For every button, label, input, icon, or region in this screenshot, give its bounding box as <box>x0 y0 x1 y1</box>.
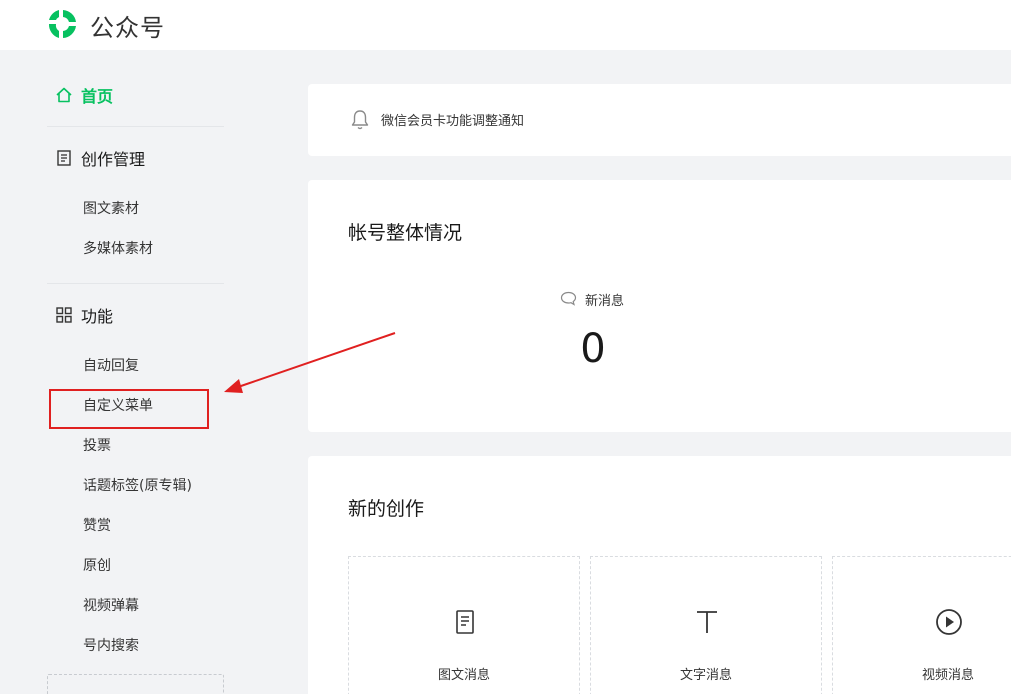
sidebar-section-creation-label: 创作管理 <box>81 150 146 169</box>
text-icon <box>697 611 717 633</box>
bell-icon <box>351 110 369 130</box>
new-messages-count[interactable]: 0 <box>568 326 618 372</box>
article-icon <box>456 610 474 634</box>
document-icon <box>57 150 71 166</box>
sidebar-add-feature-box[interactable] <box>47 674 224 694</box>
create-tile-text-label: 文字消息 <box>679 668 732 683</box>
sidebar-item-media[interactable]: 多媒体素材 <box>83 238 153 260</box>
sidebar-item-vote[interactable]: 投票 <box>83 435 111 457</box>
sidebar-section-features-label: 功能 <box>81 307 114 326</box>
create-tile-article[interactable]: 图文消息 <box>348 556 580 694</box>
home-icon <box>56 87 72 103</box>
wechat-mp-logo-icon[interactable] <box>45 6 81 42</box>
play-circle-icon <box>936 609 962 635</box>
sidebar-item-topic-tags[interactable]: 话题标签(原专辑) <box>83 475 192 497</box>
account-overview-title: 帐号整体情况 <box>348 222 463 244</box>
sidebar-item-articles[interactable]: 图文素材 <box>83 198 139 220</box>
sidebar-divider <box>47 126 224 127</box>
sidebar-divider <box>47 283 224 284</box>
new-messages-label: 新消息 <box>585 294 625 309</box>
sidebar-section-features[interactable]: 功能 <box>55 302 113 328</box>
chat-bubble-icon <box>560 291 577 306</box>
sidebar-item-video-danmaku[interactable]: 视频弹幕 <box>83 595 139 617</box>
sidebar-item-in-account-search[interactable]: 号内搜索 <box>83 635 139 657</box>
create-tile-text[interactable]: 文字消息 <box>590 556 822 694</box>
top-bar: 公众号 <box>0 0 1011 50</box>
create-tile-video-label: 视频消息 <box>921 668 974 683</box>
sidebar-item-home-label: 首页 <box>81 87 114 106</box>
brand-title: 公众号 <box>90 14 165 42</box>
sidebar-item-appreciation[interactable]: 赞赏 <box>83 515 111 537</box>
notice-text[interactable]: 微信会员卡功能调整通知 <box>381 110 524 129</box>
create-tile-article-label: 图文消息 <box>437 668 490 683</box>
sidebar-item-home[interactable]: 首页 <box>55 82 113 108</box>
annotation-highlight-box <box>49 389 209 429</box>
sidebar-section-creation[interactable]: 创作管理 <box>55 145 145 171</box>
new-creation-title: 新的创作 <box>348 498 425 520</box>
create-tile-video[interactable]: 视频消息 <box>832 556 1011 694</box>
sidebar-item-auto-reply[interactable]: 自动回复 <box>83 355 139 377</box>
sidebar-item-original[interactable]: 原创 <box>83 555 111 577</box>
grid-icon <box>56 307 72 323</box>
